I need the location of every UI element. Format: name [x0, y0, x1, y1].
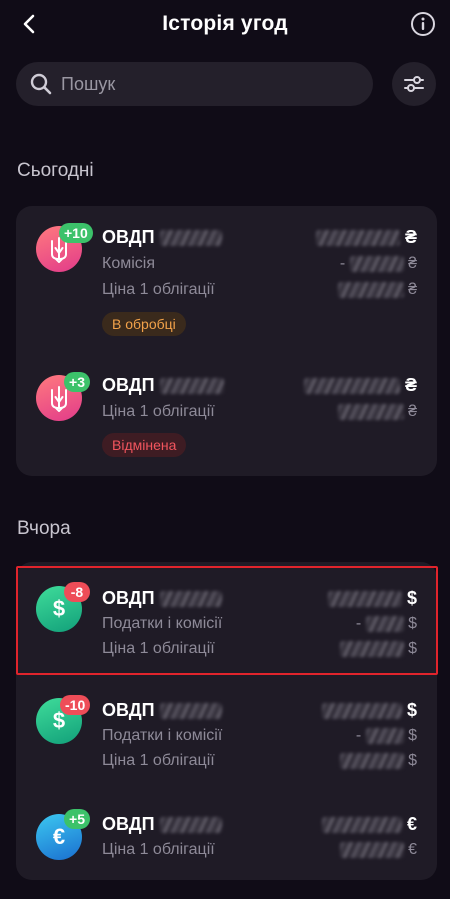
quantity-badge: -10 — [60, 695, 91, 715]
currency-symbol: ₴ — [408, 255, 417, 272]
redacted-amount — [321, 703, 402, 720]
status-badge-processing: В обробці — [102, 312, 186, 336]
redacted-value — [349, 255, 404, 272]
bond-name-label: ОВДП — [102, 814, 155, 834]
bond-name-label: ОВДП — [102, 375, 155, 395]
search-icon — [30, 73, 52, 95]
filter-sliders-icon — [404, 76, 424, 92]
detail-amount: $ — [339, 640, 417, 658]
bond-name: ОВДП — [102, 814, 222, 835]
section-title-today: Сьогодні — [17, 160, 94, 181]
detail-amount: - ₴ — [340, 255, 417, 273]
detail-label: Ціна 1 облігації — [102, 403, 215, 420]
transaction-row[interactable]: +10 ОВДП ₴ Комісія - ₴ Ціна 1 облігації … — [16, 206, 437, 341]
currency-symbol: ₴ — [404, 375, 417, 395]
bond-name: ОВДП — [102, 700, 222, 721]
redacted-amount — [303, 378, 400, 395]
transactions-card-yesterday: $ -8 ОВДП $ Податки і комісії - $ Ціна 1… — [16, 562, 437, 880]
bond-name-label: ОВДП — [102, 227, 155, 247]
currency-symbol: $ — [408, 640, 417, 657]
redacted-value — [337, 403, 404, 420]
currency-symbol: $ — [408, 615, 417, 632]
redacted-bond-id — [159, 817, 222, 834]
detail-label: Податки і комісії — [102, 727, 223, 744]
currency-symbol: € — [406, 814, 417, 834]
redacted-bond-id — [159, 378, 224, 395]
detail-amount: € — [339, 841, 417, 859]
transaction-amount: $ — [321, 700, 417, 721]
search-placeholder: Пошук — [61, 74, 116, 94]
transaction-amount: € — [321, 814, 417, 835]
currency-symbol: € — [408, 841, 417, 858]
transaction-amount: ₴ — [315, 227, 417, 248]
bond-name-label: ОВДП — [102, 700, 155, 720]
detail-label: Ціна 1 облігації — [102, 841, 215, 858]
transaction-amount: $ — [327, 588, 417, 609]
transaction-row[interactable]: $ -10 ОВДП $ Податки і комісії - $ Ціна … — [16, 674, 437, 782]
quantity-badge: +3 — [64, 372, 90, 392]
currency-symbol: $ — [406, 700, 417, 720]
bond-name: ОВДП — [102, 227, 222, 248]
redacted-bond-id — [159, 703, 222, 720]
detail-amount: ₴ — [337, 281, 417, 299]
app-header: Історія угод — [0, 0, 450, 50]
detail-label: Комісія — [102, 255, 155, 272]
currency-symbol: $ — [406, 588, 417, 608]
redacted-value — [339, 640, 404, 657]
detail-label: Ціна 1 облігації — [102, 281, 215, 298]
detail-label: Ціна 1 облігації — [102, 640, 215, 657]
transaction-row[interactable]: € +5 ОВДП € Ціна 1 облігації € — [16, 782, 437, 880]
redacted-value — [365, 615, 404, 632]
transactions-card-today: +10 ОВДП ₴ Комісія - ₴ Ціна 1 облігації … — [16, 206, 437, 476]
search-field[interactable]: Пошук — [16, 62, 373, 106]
bond-name-label: ОВДП — [102, 588, 155, 608]
redacted-bond-id — [159, 591, 222, 608]
redacted-amount — [321, 817, 402, 834]
minus-sign: - — [355, 727, 362, 744]
redacted-amount — [327, 591, 402, 608]
redacted-amount — [315, 230, 400, 247]
redacted-value — [339, 752, 404, 769]
redacted-value — [337, 281, 404, 298]
detail-amount: - $ — [356, 615, 417, 633]
redacted-value — [365, 727, 404, 744]
status-badge-cancelled: Відмінена — [102, 433, 187, 457]
filter-button[interactable] — [392, 62, 436, 106]
bond-name: ОВДП — [102, 588, 222, 609]
quantity-badge: -8 — [64, 582, 90, 602]
quantity-badge: +5 — [64, 809, 90, 829]
currency-symbol: ₴ — [408, 403, 417, 420]
currency-symbol: $ — [408, 727, 417, 744]
currency-symbol: $ — [408, 752, 417, 769]
section-title-yesterday: Вчора — [17, 518, 71, 539]
minus-sign: - — [355, 615, 362, 632]
quantity-badge: +10 — [59, 223, 93, 243]
bond-name: ОВДП — [102, 375, 224, 396]
detail-label: Податки і комісії — [102, 615, 223, 632]
redacted-bond-id — [159, 230, 222, 247]
transaction-amount: ₴ — [303, 375, 417, 396]
transaction-row[interactable]: +3 ОВДП ₴ Ціна 1 облігації ₴ Відмінена — [16, 356, 437, 476]
redacted-value — [339, 841, 404, 858]
detail-amount: $ — [339, 752, 417, 770]
currency-symbol: ₴ — [404, 227, 417, 247]
transaction-row[interactable]: $ -8 ОВДП $ Податки і комісії - $ Ціна 1… — [16, 562, 437, 674]
info-icon[interactable] — [410, 11, 436, 37]
detail-amount: - $ — [356, 727, 417, 745]
detail-amount: ₴ — [337, 403, 417, 421]
page-title: Історія угод — [162, 12, 288, 35]
detail-label: Ціна 1 облігації — [102, 752, 215, 769]
currency-symbol: ₴ — [408, 281, 417, 298]
minus-sign: - — [339, 255, 346, 272]
